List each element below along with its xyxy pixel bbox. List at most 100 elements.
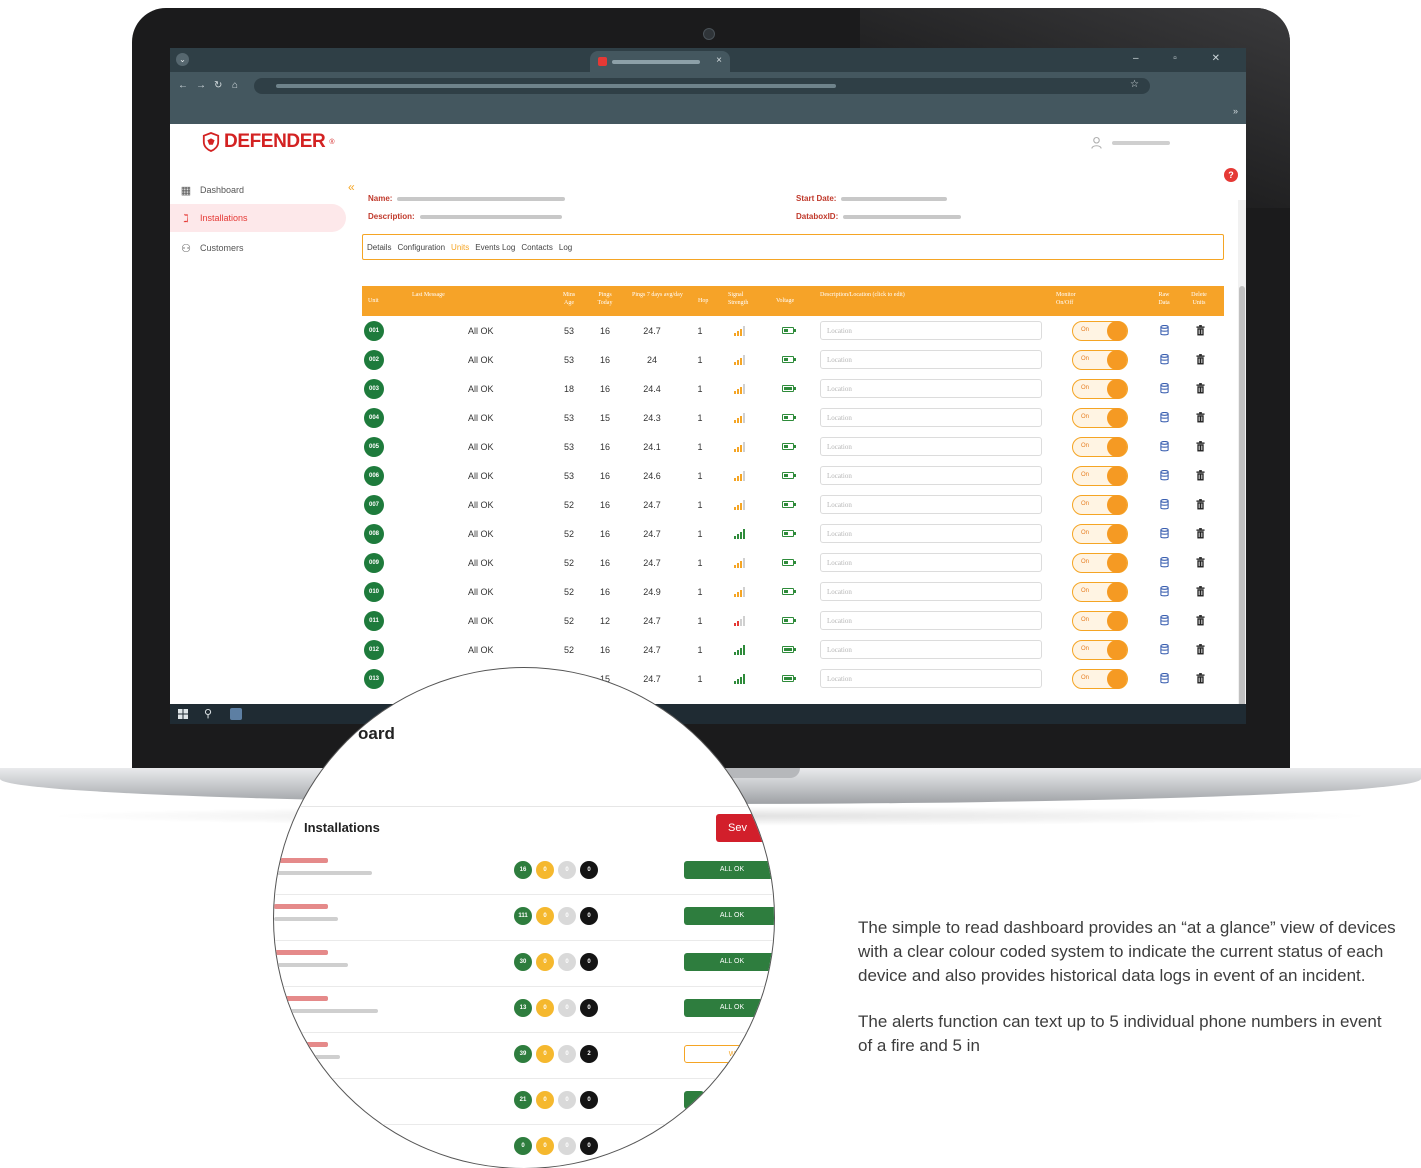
zoom-installation-row[interactable]: 39 0 0 2 W <box>274 1032 774 1079</box>
zoom-installation-row[interactable]: 0000 <box>274 1124 774 1168</box>
monitor-toggle[interactable]: On <box>1072 465 1128 486</box>
tab-log[interactable]: Log <box>559 243 572 252</box>
unit-badge[interactable]: 003 <box>364 378 384 399</box>
database-icon[interactable] <box>1160 325 1169 336</box>
location-input[interactable]: Location <box>820 350 1042 369</box>
defender-logo[interactable]: DEFENDER ® <box>202 131 334 153</box>
trash-icon[interactable] <box>1196 586 1205 597</box>
monitor-toggle[interactable]: On <box>1072 378 1128 399</box>
zoom-installation-row[interactable]: 30 0 0 0 ALL OK <box>274 940 774 987</box>
database-icon[interactable] <box>1160 354 1169 365</box>
trash-icon[interactable] <box>1196 673 1205 684</box>
trash-icon[interactable] <box>1196 499 1205 510</box>
monitor-toggle[interactable]: On <box>1072 436 1128 457</box>
unit-badge[interactable]: 007 <box>364 494 384 515</box>
zoom-red-button[interactable]: Sev <box>716 814 774 842</box>
taskbar-search-icon[interactable]: ⚲ <box>204 707 212 720</box>
page-scrollbar[interactable] <box>1238 200 1246 724</box>
url-field[interactable] <box>254 78 1150 94</box>
tab-close-icon[interactable]: × <box>716 55 722 66</box>
unit-badge[interactable]: 004 <box>364 407 384 428</box>
trash-icon[interactable] <box>1196 528 1205 539</box>
database-icon[interactable] <box>1160 383 1169 394</box>
forward-icon[interactable]: → <box>196 80 206 91</box>
unit-badge[interactable]: 008 <box>364 523 384 544</box>
unit-badge[interactable]: 011 <box>364 610 384 631</box>
monitor-toggle[interactable]: On <box>1072 494 1128 515</box>
collapse-sidebar-icon[interactable]: « <box>348 180 355 194</box>
zoom-installation-row[interactable]: 16 0 0 0 ALL OK <box>274 848 774 895</box>
help-icon[interactable]: ? <box>1224 168 1238 182</box>
scroll-thumb[interactable] <box>1239 286 1245 724</box>
reload-icon[interactable]: ↻ <box>214 80 222 91</box>
database-icon[interactable] <box>1160 499 1169 510</box>
monitor-toggle[interactable]: On <box>1072 581 1128 602</box>
zoom-installation-row[interactable]: 21 0 0 0 <box>274 1078 774 1125</box>
monitor-toggle[interactable]: On <box>1072 349 1128 370</box>
sidebar-item-installations[interactable]: ℷ Installations <box>170 204 346 232</box>
trash-icon[interactable] <box>1196 412 1205 423</box>
location-input[interactable]: Location <box>820 321 1042 340</box>
database-icon[interactable] <box>1160 615 1169 626</box>
database-icon[interactable] <box>1160 586 1169 597</box>
tab-details[interactable]: Details <box>367 243 391 252</box>
location-input[interactable]: Location <box>820 582 1042 601</box>
tab-configuration[interactable]: Configuration <box>397 243 445 252</box>
trash-icon[interactable] <box>1196 615 1205 626</box>
zoom-installation-row[interactable]: 13 0 0 0 ALL OK <box>274 986 774 1033</box>
location-input[interactable]: Location <box>820 495 1042 514</box>
database-icon[interactable] <box>1160 557 1169 568</box>
location-input[interactable]: Location <box>820 611 1042 630</box>
trash-icon[interactable] <box>1196 470 1205 481</box>
back-icon[interactable]: ← <box>178 80 188 91</box>
database-icon[interactable] <box>1160 412 1169 423</box>
unit-badge[interactable]: 002 <box>364 349 384 370</box>
location-input[interactable]: Location <box>820 553 1042 572</box>
status-pill-partial[interactable] <box>684 1091 704 1109</box>
unit-badge[interactable]: 001 <box>364 320 384 341</box>
location-input[interactable]: Location <box>820 669 1042 688</box>
bookmark-star-icon[interactable]: ☆ <box>1130 79 1139 90</box>
browser-tab[interactable]: × <box>590 51 730 72</box>
location-input[interactable]: Location <box>820 524 1042 543</box>
monitor-toggle[interactable]: On <box>1072 320 1128 341</box>
monitor-toggle[interactable]: On <box>1072 610 1128 631</box>
database-icon[interactable] <box>1160 673 1169 684</box>
trash-icon[interactable] <box>1196 644 1205 655</box>
status-pill-warning[interactable]: W <box>684 1045 774 1063</box>
tab-search-icon[interactable]: ⌄ <box>176 53 189 66</box>
window-controls[interactable]: – ▫ ✕ <box>1133 53 1236 64</box>
sidebar-item-customers[interactable]: ⚇ Customers <box>170 234 346 262</box>
monitor-toggle[interactable]: On <box>1072 639 1128 660</box>
trash-icon[interactable] <box>1196 325 1205 336</box>
tab-units[interactable]: Units <box>451 243 469 252</box>
status-pill[interactable]: ALL OK <box>684 953 774 971</box>
location-input[interactable]: Location <box>820 379 1042 398</box>
database-icon[interactable] <box>1160 528 1169 539</box>
tab-contacts[interactable]: Contacts <box>521 243 553 252</box>
trash-icon[interactable] <box>1196 441 1205 452</box>
user-menu[interactable] <box>1091 136 1170 150</box>
taskbar-app-icon[interactable] <box>230 708 242 720</box>
unit-badge[interactable]: 010 <box>364 581 384 602</box>
unit-badge[interactable]: 012 <box>364 639 384 660</box>
zoom-installation-row[interactable]: 111 0 0 0 ALL OK <box>274 894 774 941</box>
trash-icon[interactable] <box>1196 354 1205 365</box>
monitor-toggle[interactable]: On <box>1072 407 1128 428</box>
database-icon[interactable] <box>1160 441 1169 452</box>
status-pill[interactable]: ALL OK <box>684 907 774 925</box>
location-input[interactable]: Location <box>820 640 1042 659</box>
unit-badge[interactable]: 009 <box>364 552 384 573</box>
monitor-toggle[interactable]: On <box>1072 552 1128 573</box>
trash-icon[interactable] <box>1196 557 1205 568</box>
more-bookmarks-icon[interactable]: » <box>1233 106 1238 116</box>
monitor-toggle[interactable]: On <box>1072 668 1128 689</box>
location-input[interactable]: Location <box>820 466 1042 485</box>
unit-badge[interactable]: 005 <box>364 436 384 457</box>
location-input[interactable]: Location <box>820 437 1042 456</box>
status-pill[interactable]: ALL OK <box>684 861 774 879</box>
home-icon[interactable]: ⌂ <box>232 80 238 91</box>
database-icon[interactable] <box>1160 470 1169 481</box>
database-icon[interactable] <box>1160 644 1169 655</box>
tab-events-log[interactable]: Events Log <box>475 243 515 252</box>
